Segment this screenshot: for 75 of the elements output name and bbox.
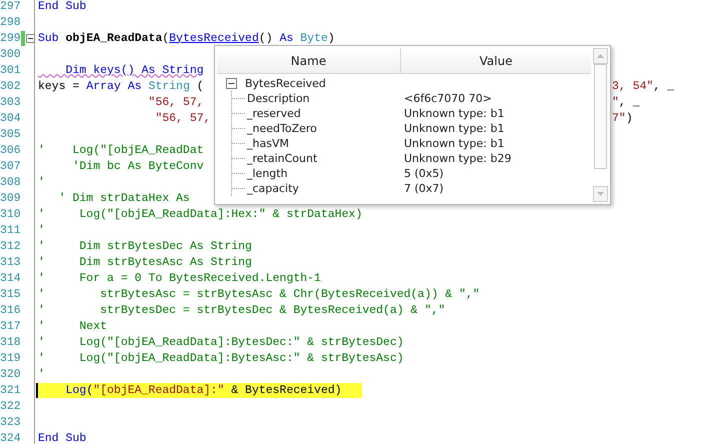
code-line: ' Log("[objEA_ReadDat bbox=[38, 142, 204, 158]
line-number: 298 bbox=[0, 16, 20, 28]
collapse-icon[interactable] bbox=[226, 78, 237, 89]
line-number: 299 bbox=[0, 32, 20, 44]
line-number: 322 bbox=[0, 400, 20, 412]
code-line: ' Dim strDataHex As bbox=[58, 190, 190, 206]
code-line: ' Log("[objEA_ReadData]:BytesDec:" & strBytesDec) bbox=[38, 334, 404, 350]
code-line: Dim keys() As String bbox=[64, 62, 204, 78]
line-number: 318 bbox=[0, 336, 20, 348]
line-number: 310 bbox=[0, 208, 20, 220]
line-number: 307 bbox=[0, 160, 20, 172]
field-name: _needToZero bbox=[247, 122, 317, 135]
line-number: 316 bbox=[0, 304, 20, 316]
line-number: 311 bbox=[0, 224, 20, 236]
line-number: 323 bbox=[0, 416, 20, 428]
code-line: ' Log("[objEA_ReadData]:BytesAsc:" & strBytesAsc) bbox=[38, 350, 404, 366]
code-line: "56, 57, bbox=[147, 94, 204, 110]
code-line: 'Dim bc As ByteConv bbox=[72, 158, 204, 174]
line-number: 309 bbox=[0, 192, 20, 204]
code-line: ' Dim strBytesAsc As String bbox=[38, 254, 252, 270]
line-number: 312 bbox=[0, 240, 20, 252]
code-line: ' Dim strBytesDec As String bbox=[38, 238, 252, 254]
field-value: Unknown type: b29 bbox=[404, 152, 512, 165]
field-value: Unknown type: b1 bbox=[404, 122, 504, 135]
code-fragment: ", _ bbox=[612, 94, 640, 110]
field-value: <6f6c7070 70> bbox=[404, 92, 492, 105]
scrollbar[interactable] bbox=[593, 48, 608, 202]
line-number: 315 bbox=[0, 288, 20, 300]
code-line: ' bbox=[38, 174, 45, 190]
field-value: Unknown type: b1 bbox=[404, 107, 504, 120]
field-name: _capacity bbox=[247, 182, 299, 195]
line-number: 306 bbox=[0, 144, 20, 156]
line-number: 313 bbox=[0, 256, 20, 268]
line-number: 321 bbox=[0, 384, 20, 396]
collapse-icon[interactable] bbox=[26, 34, 35, 42]
code-fragment: 3, 54", _ bbox=[612, 78, 674, 94]
code-line: ' Next bbox=[38, 318, 108, 334]
code-line: ' bbox=[38, 366, 45, 382]
code-line: ' strBytesAsc = strBytesAsc & Chr(BytesReceived(a)) & "," bbox=[38, 286, 480, 302]
code-line: keys = Array As String ( bbox=[38, 78, 204, 94]
scroll-down-icon[interactable] bbox=[593, 186, 608, 202]
code-fragment: 7") bbox=[612, 110, 633, 126]
code-line: ' strBytesDec = strBytesDec & BytesReceived(a) & "," bbox=[38, 302, 446, 318]
code-line: "56, 57, bbox=[154, 110, 211, 126]
field-value: Unknown type: b1 bbox=[404, 137, 504, 150]
line-number: 305 bbox=[0, 128, 20, 140]
field-name: _length bbox=[247, 167, 288, 180]
line-number: 320 bbox=[0, 368, 20, 380]
line-number: 314 bbox=[0, 272, 20, 284]
column-header[interactable]: Name bbox=[217, 48, 401, 73]
line-number: 297 bbox=[0, 0, 20, 12]
field-name: _retainCount bbox=[247, 152, 318, 165]
code-line: ' bbox=[38, 222, 45, 238]
line-number: 319 bbox=[0, 352, 20, 364]
field-name: Description bbox=[247, 92, 310, 105]
line-number: 302 bbox=[0, 80, 20, 92]
line-number: 317 bbox=[0, 320, 20, 332]
field-value: 7 (0x7) bbox=[404, 182, 444, 195]
line-number: 308 bbox=[0, 176, 20, 188]
code-line: End Sub bbox=[38, 430, 86, 444]
scroll-up-icon[interactable] bbox=[593, 48, 608, 64]
column-header[interactable]: Value bbox=[401, 48, 591, 73]
line-number: 304 bbox=[0, 112, 20, 124]
code-line: ' For a = 0 To BytesReceived.Length-1 bbox=[38, 270, 321, 286]
line-number: 301 bbox=[0, 64, 20, 76]
field-name: _hasVM bbox=[247, 137, 289, 150]
line-number: 324 bbox=[0, 432, 20, 444]
code-line: Sub objEA_ReadData(BytesReceived() As Byte) bbox=[38, 30, 335, 46]
code-line: End Sub bbox=[38, 0, 86, 14]
line-number: 300 bbox=[0, 48, 20, 60]
tree-item[interactable]: BytesReceived bbox=[245, 77, 326, 90]
field-name: _reserved bbox=[247, 107, 301, 120]
code-line: ' Log("[objEA_ReadData]:Hex:" & strDataHex) bbox=[38, 206, 362, 222]
field-value: 5 (0x5) bbox=[404, 167, 444, 180]
line-number: 303 bbox=[0, 96, 20, 108]
